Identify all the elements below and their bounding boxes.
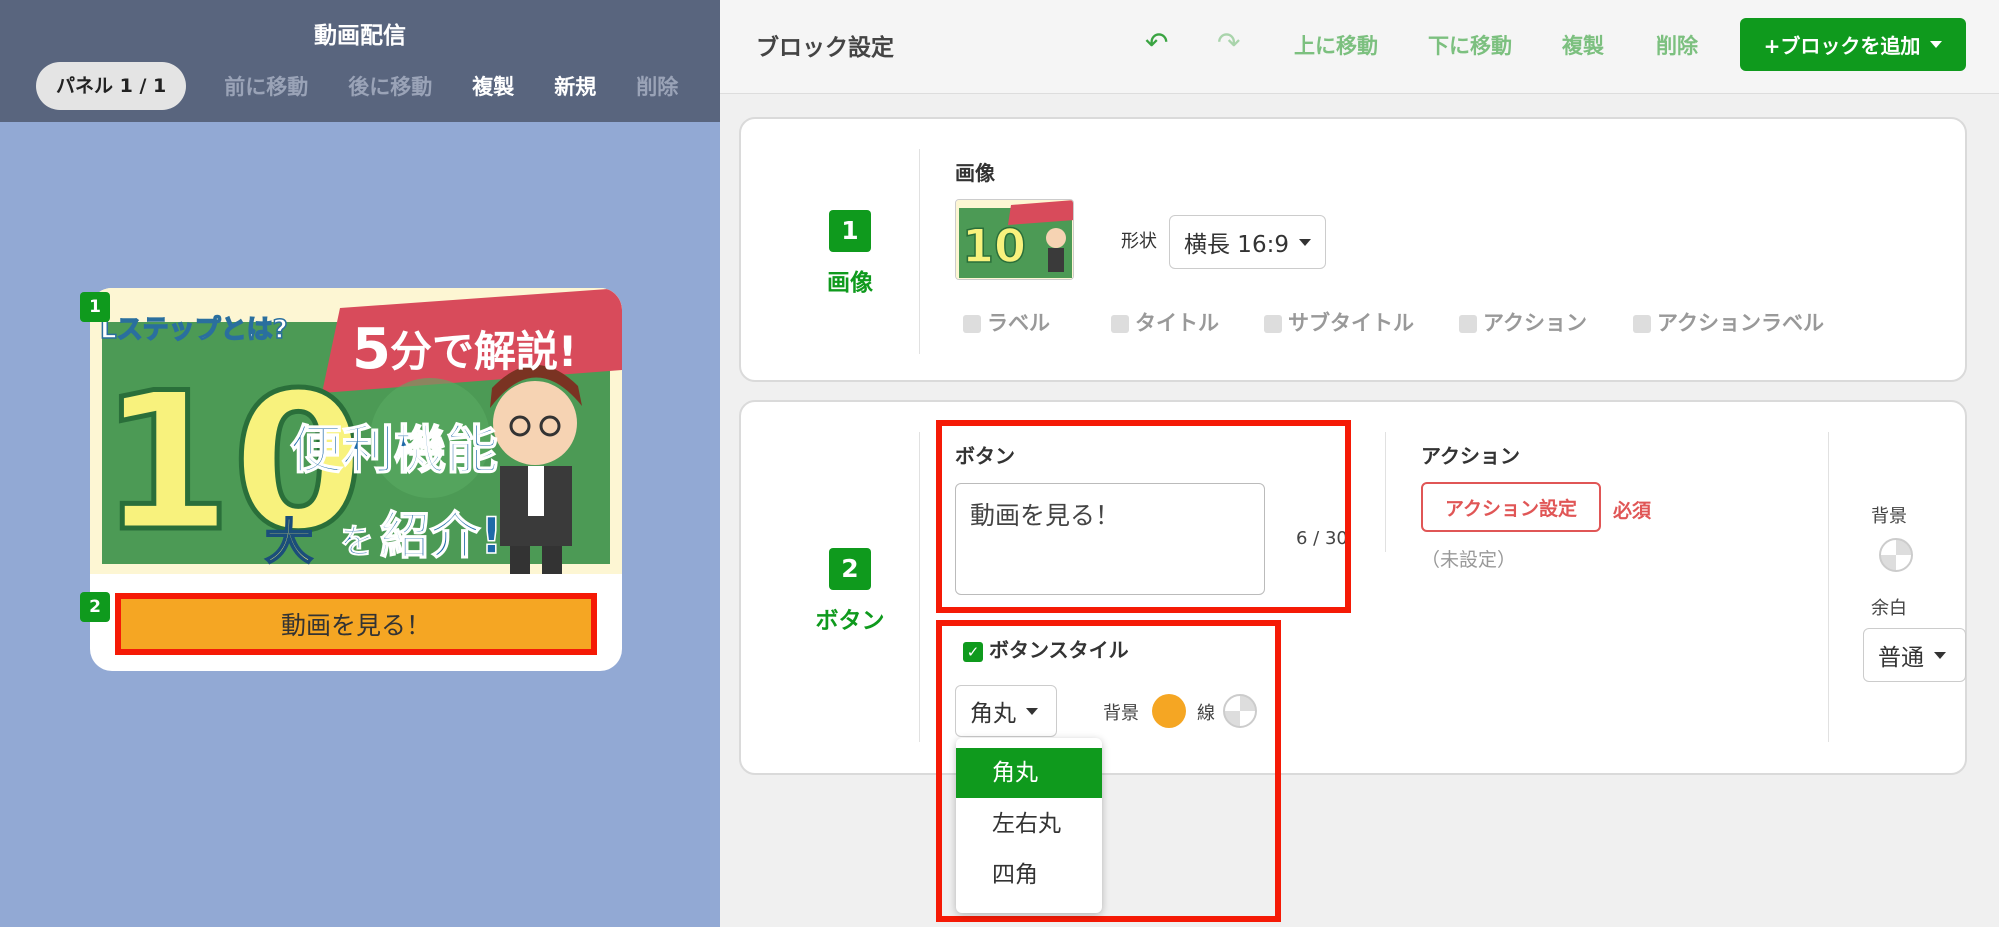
banner-ribbon-text: 分で解説! (390, 327, 577, 376)
margin-select-value: 普通 (1878, 645, 1924, 671)
style-option-pill[interactable]: 左右丸 (956, 799, 1102, 849)
highlight-box-button (936, 420, 1351, 613)
style-dropdown-menu: 角丸 左右丸 四角 (956, 738, 1102, 913)
redo-icon[interactable]: ↷ (1217, 26, 1240, 59)
action-settings-button[interactable]: アクション設定 (1421, 482, 1601, 532)
action-field-label: アクション (1421, 444, 1520, 468)
block-number-2: 2 (829, 548, 871, 590)
duplicate-block-button[interactable]: 複製 (1562, 30, 1604, 60)
checkbox-title-text: タイトル (1135, 311, 1219, 335)
chevron-down-icon (1930, 41, 1943, 48)
preview-title: 動画配信 (314, 23, 406, 49)
bg-label: 背景 (1871, 506, 1907, 527)
checkbox-action-text: アクション (1483, 311, 1587, 335)
add-block-label: +ブロックを追加 (1763, 34, 1921, 58)
divider (919, 149, 920, 354)
checkbox-icon (1459, 315, 1477, 333)
bg-color-swatch[interactable] (1879, 538, 1913, 572)
divider-5 (1828, 432, 1829, 742)
move-prev-button[interactable]: 前に移動 (224, 71, 308, 101)
style-option-square[interactable]: 四角 (956, 850, 1102, 900)
new-panel-button[interactable]: 新規 (554, 71, 596, 101)
thumbnail-big-num: 10 (962, 219, 1026, 273)
move-next-button[interactable]: 後に移動 (348, 71, 432, 101)
panel-toolbar: パネル 1 / 1 前に移動 後に移動 複製 新規 削除 (36, 62, 698, 110)
preview-action-button-label: 動画を見る！ (280, 611, 431, 640)
preview-block-badge-2: 2 (80, 592, 110, 622)
preview-action-button[interactable]: 動画を見る！ (115, 593, 597, 655)
checkbox-action-label-text: アクションラベル (1657, 311, 1824, 335)
block-number-1: 1 (829, 210, 871, 252)
checkbox-subtitle[interactable]: サブタイトル (1264, 307, 1414, 337)
preview-card: Lステップとは? 5 分で解説! 10 大 便利機能 を 紹介! 動画を見る！ (90, 288, 622, 671)
checkbox-title[interactable]: タイトル (1111, 307, 1219, 337)
panel-indicator[interactable]: パネル 1 / 1 (36, 62, 187, 110)
divider-4 (1385, 432, 1386, 552)
banner-logo: Lステップとは? (100, 315, 288, 345)
checkbox-icon (1111, 315, 1129, 333)
thumbnail-illustration: 10 (956, 200, 1073, 279)
checkbox-action[interactable]: アクション (1459, 307, 1587, 337)
button-block: 2 ボタン ボタン 動画を見る！ 6 / 30 アクション アクション設定 必須… (739, 400, 1967, 775)
banner-illustration: Lステップとは? 5 分で解説! 10 大 便利機能 を 紹介! (90, 288, 622, 574)
image-block: 1 画像 画像 10 形状 横長 16:9 ラベル タイトル サブタイトル アク… (739, 117, 1967, 382)
action-settings-label: アクション設定 (1444, 497, 1578, 520)
checkbox-subtitle-text: サブタイトル (1288, 311, 1414, 335)
action-unset: （未設定） (1421, 549, 1517, 571)
delete-panel-button[interactable]: 削除 (636, 71, 678, 101)
image-thumbnail[interactable]: 10 (955, 199, 1074, 280)
button-block-label: ボタン (815, 608, 885, 634)
checkbox-icon (963, 315, 981, 333)
divider-3 (919, 432, 920, 742)
delete-block-button[interactable]: 削除 (1656, 30, 1698, 60)
banner-big-kanji: 大 (265, 514, 313, 570)
banner-line2: 紹介! (380, 507, 503, 565)
margin-select[interactable]: 普通 (1863, 628, 1966, 682)
banner-image[interactable]: Lステップとは? 5 分で解説! 10 大 便利機能 を 紹介! (90, 288, 622, 574)
preview-header: 動画配信 パネル 1 / 1 前に移動 後に移動 複製 新規 削除 (0, 0, 720, 122)
move-down-button[interactable]: 下に移動 (1428, 30, 1512, 60)
shape-select-value: 横長 16:9 (1184, 232, 1289, 258)
banner-line2-pre: を (340, 522, 374, 562)
shape-label: 形状 (1121, 231, 1157, 252)
chevron-down-icon (1298, 238, 1311, 246)
checkbox-icon (1633, 315, 1651, 333)
image-block-label: 画像 (827, 270, 873, 296)
image-field-label: 画像 (955, 161, 995, 185)
style-option-rounded[interactable]: 角丸 (956, 748, 1102, 798)
checkbox-icon (1264, 315, 1282, 333)
checkbox-label-text: ラベル (987, 311, 1050, 335)
preview-block-badge-1: 1 (80, 292, 110, 322)
checkbox-action-label[interactable]: アクションラベル (1633, 307, 1824, 337)
banner-line1: 便利機能 (290, 421, 498, 481)
checkbox-label[interactable]: ラベル (963, 307, 1050, 337)
add-block-button[interactable]: +ブロックを追加 (1740, 18, 1966, 71)
settings-header: ブロック設定 ↶ ↷ 上に移動 下に移動 複製 削除 +ブロックを追加 (720, 0, 1999, 94)
required-badge: 必須 (1613, 500, 1652, 522)
chevron-down-icon (1934, 651, 1946, 659)
move-up-button[interactable]: 上に移動 (1294, 30, 1378, 60)
block-settings-panel: ブロック設定 ↶ ↷ 上に移動 下に移動 複製 削除 +ブロックを追加 1 画像… (720, 0, 1999, 927)
undo-icon[interactable]: ↶ (1145, 26, 1168, 59)
settings-title: ブロック設定 (756, 35, 894, 61)
duplicate-panel-button[interactable]: 複製 (472, 71, 514, 101)
preview-panel: 動画配信 パネル 1 / 1 前に移動 後に移動 複製 新規 削除 Lステップと… (0, 0, 720, 927)
shape-select[interactable]: 横長 16:9 (1169, 215, 1326, 269)
margin-label: 余白 (1871, 598, 1907, 619)
